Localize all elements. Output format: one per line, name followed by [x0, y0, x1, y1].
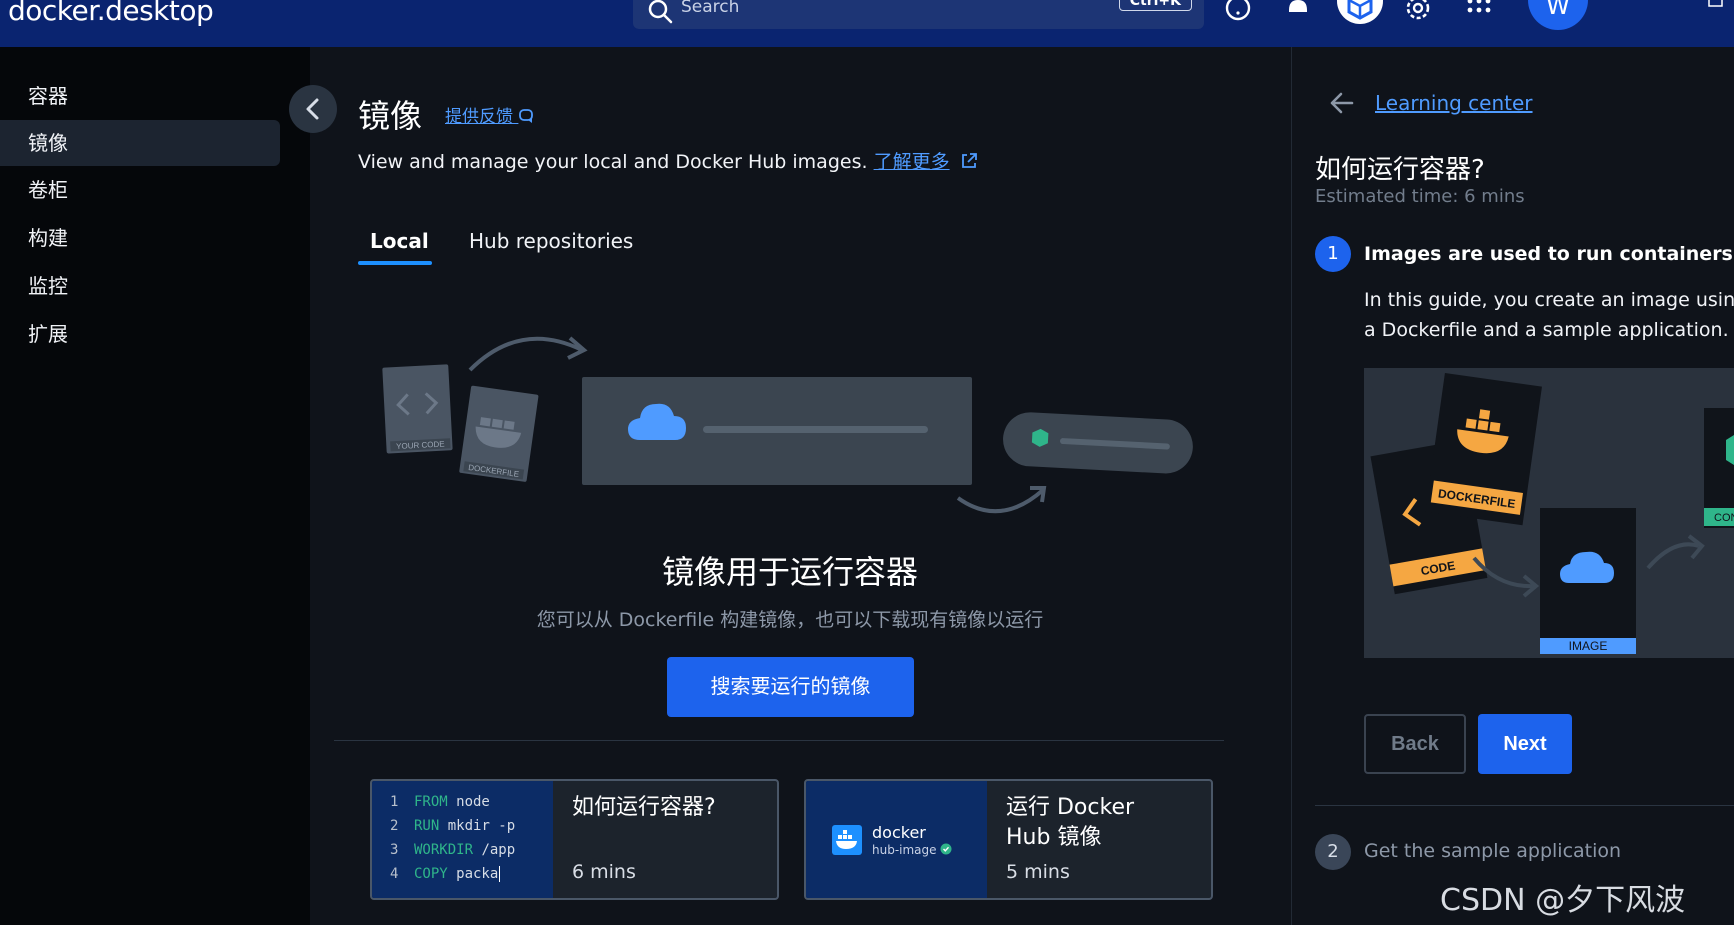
- external-link-icon[interactable]: [960, 152, 978, 170]
- page-title: 镜像: [358, 97, 423, 135]
- hub-image-label: hub-image: [872, 843, 952, 857]
- watermark: CSDN @夕下风波: [1440, 883, 1686, 918]
- tab-local[interactable]: Local: [370, 229, 429, 253]
- tab-hub-repositories[interactable]: Hub repositories: [469, 229, 633, 253]
- hub-image-badge: docker hub-image: [806, 781, 987, 898]
- chevron-left-icon: [306, 98, 319, 120]
- feedback-chat-icon: [519, 109, 534, 123]
- guide-card-run-hub-image[interactable]: docker hub-image 运行 Docker Hub 镜像 5 mins: [804, 779, 1213, 900]
- search-bar[interactable]: Search Ctrl+K: [633, 0, 1204, 29]
- images-empty-illustration: YOUR CODE DOCKERFILE: [382, 336, 1193, 514]
- apps-grid-icon[interactable]: [1466, 0, 1492, 18]
- subtitle-text: View and manage your local and Docker Hu…: [358, 151, 874, 173]
- empty-state-subtitle: 您可以从 Dockerfile 构建镜像，也可以下载现有镜像以运行: [536, 609, 1044, 631]
- empty-state-title: 镜像用于运行容器: [661, 553, 918, 591]
- top-bar: docker.desktop Search Ctrl+K W: [0, 0, 1734, 47]
- search-icon: [648, 0, 673, 24]
- card-title: 运行 Docker Hub 镜像: [1006, 793, 1134, 853]
- extensions-cube-button[interactable]: [1337, 0, 1383, 24]
- notifications-bell-icon[interactable]: [1284, 0, 1312, 24]
- step-divider: [1315, 805, 1734, 806]
- dockerfile-to-container-graphic: CODE DOCKERFILE IMAGE CONTAINER: [1370, 373, 1734, 654]
- docker-desktop-window: docker.desktop Search Ctrl+K W 容器 镜像 卷柜 …: [0, 0, 1734, 925]
- feedback-label: 提供反馈: [445, 107, 513, 127]
- feedback-link[interactable]: 提供反馈: [445, 102, 536, 127]
- card-title: 如何运行容器?: [572, 795, 716, 820]
- step-1-title[interactable]: Images are used to run containers: [1364, 243, 1733, 265]
- code-line: 4 COPY packa: [390, 866, 501, 882]
- logo-text: docker: [8, 0, 97, 27]
- search-placeholder: Search: [681, 0, 740, 17]
- sidebar-item-extensions[interactable]: 扩展: [0, 311, 280, 357]
- sidebar-item-volumes[interactable]: 卷柜: [0, 167, 280, 213]
- step-1-illustration: CODE DOCKERFILE IMAGE CONTAINER: [1364, 368, 1734, 658]
- next-button[interactable]: Next: [1478, 714, 1572, 774]
- back-button[interactable]: Back: [1364, 714, 1466, 774]
- step-number-1: 1: [1315, 236, 1351, 272]
- estimated-time: Estimated time: 6 mins: [1315, 186, 1525, 207]
- page-subtitle: View and manage your local and Docker Hu…: [358, 147, 978, 174]
- docker-brand-text: docker: [872, 823, 926, 842]
- window-maximize-icon[interactable]: [1708, 0, 1724, 8]
- section-divider: [334, 740, 1224, 741]
- card-duration: 6 mins: [572, 861, 636, 883]
- card-title-line2: Hub 镜像: [1006, 825, 1102, 850]
- settings-gear-icon[interactable]: [1403, 0, 1433, 26]
- step-1-description: In this guide, you create an image using…: [1364, 289, 1734, 341]
- container-label: CONTAINER: [1714, 512, 1734, 524]
- learn-more-link[interactable]: 了解更多: [874, 151, 950, 173]
- logo-suffix: desktop: [105, 0, 214, 27]
- learning-center-link[interactable]: Learning center: [1375, 91, 1533, 115]
- docker-whale-icon: [832, 825, 862, 855]
- guide-card-run-container[interactable]: 1 FROM node 2 RUN mkdir -p 3 WORKDIR /app 4…: [370, 779, 779, 900]
- cube-icon: [1347, 0, 1373, 20]
- collapse-sidebar-button[interactable]: [289, 85, 337, 133]
- sidebar-item-images[interactable]: 镜像: [0, 120, 280, 166]
- code-line: 2 RUN mkdir -p: [390, 818, 516, 834]
- code-line: 3 WORKDIR /app: [390, 842, 516, 858]
- guide-title: 如何运行容器?: [1315, 155, 1485, 185]
- sidebar-item-builds[interactable]: 构建: [0, 215, 280, 261]
- image-label: IMAGE: [1569, 639, 1608, 653]
- code-line: 1 FROM node: [390, 794, 490, 810]
- hub-image-text: hub-image: [872, 843, 937, 857]
- active-tab-indicator: [358, 261, 432, 265]
- docker-logo[interactable]: docker.desktop: [8, 0, 214, 27]
- arrow-left-icon[interactable]: [1328, 90, 1356, 116]
- step-2-title[interactable]: Get the sample application: [1364, 840, 1621, 862]
- code-snippet: 1 FROM node 2 RUN mkdir -p 3 WORKDIR /app 4…: [372, 781, 553, 898]
- sidebar-item-containers[interactable]: 容器: [0, 73, 280, 119]
- search-images-button[interactable]: 搜索要运行的镜像: [667, 657, 914, 717]
- search-shortcut: Ctrl+K: [1118, 0, 1192, 11]
- help-icon[interactable]: [1223, 0, 1253, 26]
- sidebar-item-monitoring[interactable]: 监控: [0, 263, 280, 309]
- user-avatar[interactable]: W: [1528, 0, 1588, 30]
- step-number-2: 2: [1315, 834, 1351, 870]
- verified-check-icon: [940, 843, 952, 855]
- card-duration: 5 mins: [1006, 861, 1070, 883]
- card-title-line1: 运行 Docker: [1006, 795, 1135, 820]
